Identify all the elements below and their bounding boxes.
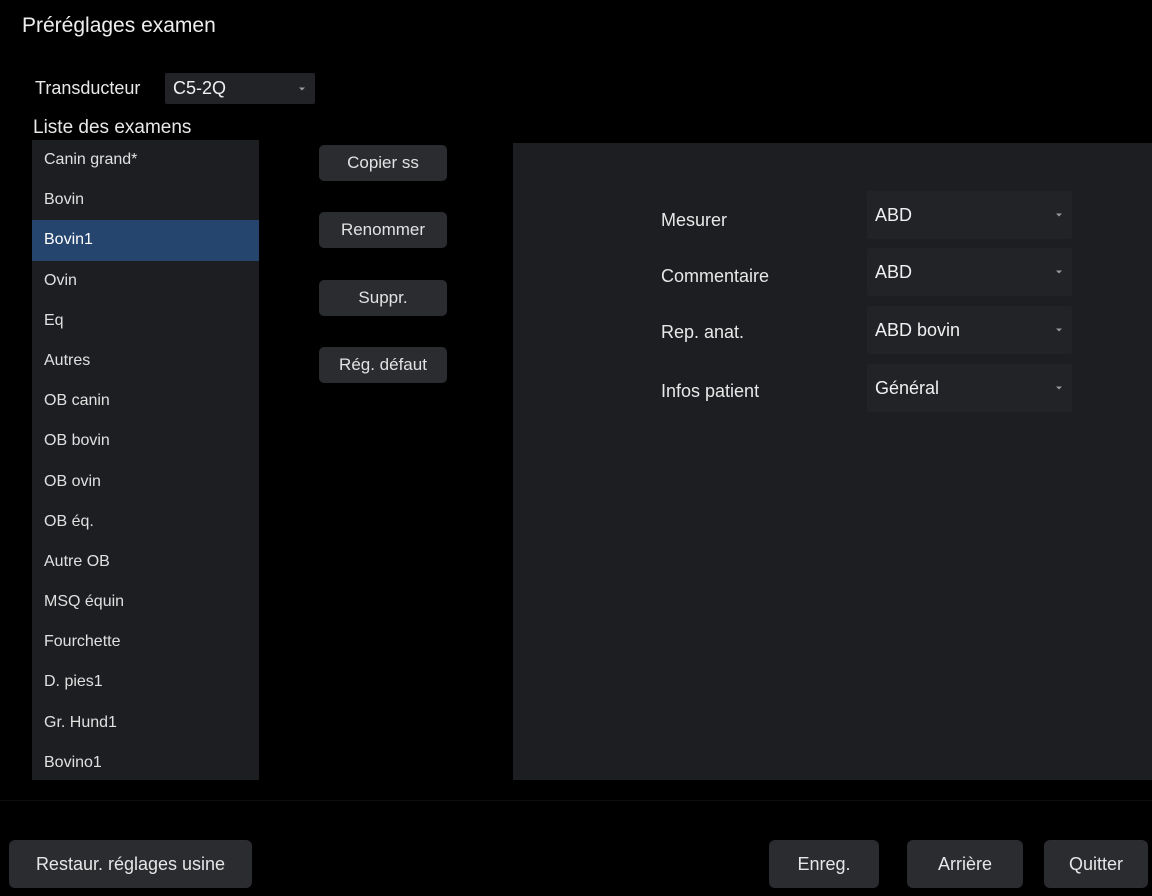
exam-list-item[interactable]: Ovin — [32, 261, 259, 301]
save-button[interactable]: Enreg. — [769, 840, 879, 888]
bodymark-label: Rep. anat. — [661, 322, 745, 342]
back-button[interactable]: Arrière — [907, 840, 1023, 888]
footer-divider — [0, 800, 1152, 801]
chevron-down-icon — [1056, 386, 1062, 390]
measure-label: Mesurer — [661, 210, 728, 230]
default-button[interactable]: Rég. défaut — [319, 347, 447, 383]
chevron-down-icon — [1056, 270, 1062, 274]
exam-list-item[interactable]: D. pies1 — [32, 662, 259, 702]
exam-list-item-selected[interactable]: Bovin1 — [32, 220, 259, 261]
exam-list-item[interactable]: Canin grand* — [32, 140, 259, 180]
patient-info-dropdown[interactable]: Général — [867, 364, 1072, 412]
copy-button[interactable]: Copier ss — [319, 145, 447, 181]
exam-list-item[interactable]: Bovino1 — [32, 743, 259, 783]
exam-list-item[interactable]: OB bovin — [32, 421, 259, 461]
page-title: Préréglages examen — [22, 14, 216, 37]
comment-label: Commentaire — [661, 266, 770, 286]
exam-list-item[interactable]: OB éq. — [32, 502, 259, 542]
chevron-down-icon — [1056, 213, 1062, 217]
measure-dropdown[interactable]: ABD — [867, 191, 1072, 239]
exam-list-item[interactable]: Autres — [32, 341, 259, 381]
exam-list-item[interactable]: MSQ équin — [32, 582, 259, 622]
chevron-down-icon — [299, 87, 305, 90]
exam-list[interactable]: Canin grand* Bovin Bovin1 Ovin Eq Autres… — [32, 140, 259, 780]
transducer-value: C5-2Q — [173, 78, 227, 98]
transducer-label: Transducteur — [35, 78, 141, 98]
chevron-down-icon — [1056, 328, 1062, 332]
comment-value: ABD — [875, 261, 913, 282]
measure-value: ABD — [875, 204, 913, 225]
exam-list-item[interactable]: Fourchette — [32, 622, 259, 662]
exam-list-item[interactable]: Autre OB — [32, 542, 259, 582]
bodymark-value: ABD bovin — [875, 319, 961, 340]
patient-info-value: Général — [875, 377, 940, 398]
transducer-dropdown[interactable]: C5-2Q — [165, 73, 315, 104]
comment-dropdown[interactable]: ABD — [867, 248, 1072, 296]
exam-list-item[interactable]: Gr. Hund1 — [32, 703, 259, 743]
exam-list-item[interactable]: OB canin — [32, 381, 259, 421]
exam-list-item[interactable]: OB ovin — [32, 462, 259, 502]
exam-list-item[interactable]: Eq — [32, 301, 259, 341]
exam-list-item[interactable]: Bovin — [32, 180, 259, 220]
exam-list-label: Liste des examens — [33, 117, 192, 138]
quit-button[interactable]: Quitter — [1044, 840, 1148, 888]
rename-button[interactable]: Renommer — [319, 212, 447, 248]
delete-button[interactable]: Suppr. — [319, 280, 447, 316]
restore-factory-button[interactable]: Restaur. réglages usine — [9, 840, 252, 888]
bodymark-dropdown[interactable]: ABD bovin — [867, 306, 1072, 354]
patient-info-label: Infos patient — [661, 381, 760, 401]
